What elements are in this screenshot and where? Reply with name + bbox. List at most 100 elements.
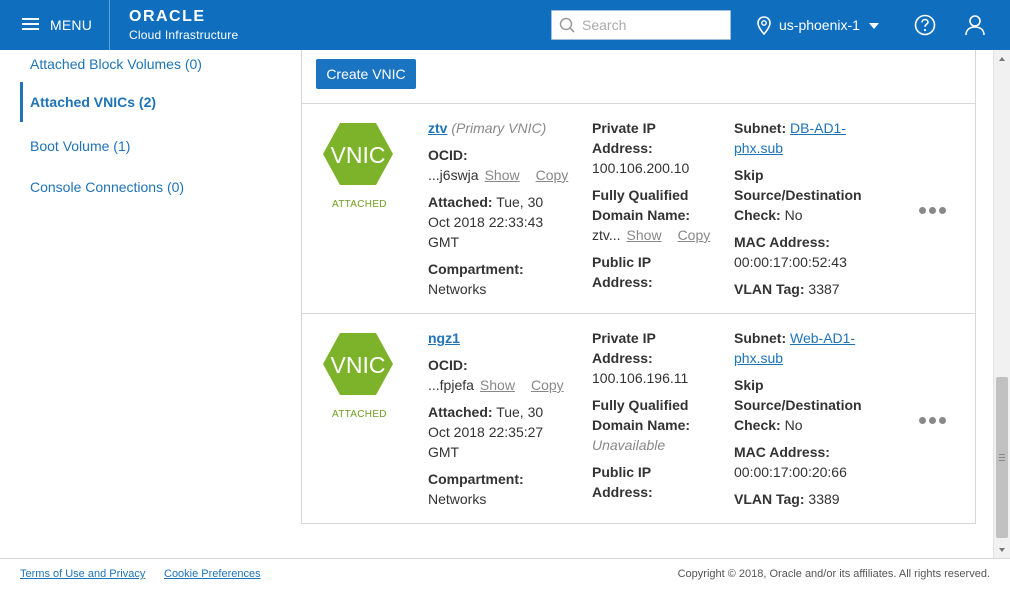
subnet-link[interactable]: phx.sub <box>734 138 846 158</box>
skip-check-value: No <box>784 207 803 223</box>
ocid-show-link[interactable]: Show <box>485 167 520 183</box>
attached-value-line3: GMT <box>428 444 460 460</box>
ocid-label: OCID: <box>428 357 468 373</box>
scroll-down-arrow-icon[interactable] <box>999 548 1005 552</box>
private-ip-label: Address: <box>592 140 653 156</box>
logo-brand: ORACLE <box>129 8 206 25</box>
compartment-value: Networks <box>428 281 487 297</box>
menu-label: MENU <box>50 17 93 33</box>
subnet-link[interactable]: phx.sub <box>734 348 855 368</box>
vnic-icon-text: VNIC <box>331 352 386 378</box>
vertical-scrollbar[interactable] <box>993 50 1010 558</box>
region-selector[interactable]: us-phoenix-1 <box>757 14 879 36</box>
vnic-name-link[interactable]: ngz1 <box>428 330 460 346</box>
ocid-show-link[interactable]: Show <box>480 377 515 393</box>
ocid-field: OCID: ...j6swja Show Copy <box>428 145 568 185</box>
public-ip-label: Public IP <box>592 464 652 480</box>
status-badge: ATTACHED <box>332 199 387 210</box>
header-divider <box>109 0 110 50</box>
menu-button[interactable]: MENU <box>0 0 109 50</box>
vnic-icon-text: VNIC <box>331 142 386 168</box>
public-ip-label: Public IP <box>592 254 652 270</box>
fqdn-label: Domain Name: <box>592 417 691 433</box>
subnet-field: Subnet: Web-AD1- phx.sub <box>734 328 855 368</box>
top-bar: MENU ORACLE Cloud Infrastructure us-phoe… <box>0 0 1010 50</box>
actions-menu-icon[interactable] <box>919 205 947 215</box>
sidebar-item-boot-volume[interactable]: Boot Volume (1) <box>20 134 280 174</box>
vnic-name-line: ngz1 <box>428 328 460 348</box>
skip-check-label: Source/Destination <box>734 397 862 413</box>
help-icon[interactable] <box>914 14 936 36</box>
oracle-logo[interactable]: ORACLE Cloud Infrastructure <box>129 8 238 43</box>
fqdn-label: Fully Qualified <box>592 187 689 203</box>
fqdn-copy-link[interactable]: Copy <box>678 227 711 243</box>
mac-address-value: 00:00:17:00:20:66 <box>734 464 847 480</box>
grip-icon <box>999 454 1005 463</box>
location-pin-icon <box>757 15 771 35</box>
attached-label: Attached: <box>428 194 493 210</box>
vlan-tag-label: VLAN Tag: <box>734 491 805 507</box>
skip-check-value: No <box>784 417 803 433</box>
ocid-value: ...j6swja <box>428 167 479 183</box>
hamburger-icon <box>22 18 39 31</box>
search-input[interactable] <box>582 15 726 35</box>
fqdn-label: Domain Name: <box>592 207 691 223</box>
skip-check-label: Skip <box>734 377 764 393</box>
fqdn-field: Fully Qualified Domain Name: Unavailable <box>592 395 690 455</box>
vlan-tag-field: VLAN Tag: 3387 <box>734 279 840 299</box>
ocid-copy-link[interactable]: Copy <box>536 167 569 183</box>
skip-check-label: Skip <box>734 167 764 183</box>
compartment-field: Compartment: Networks <box>428 469 524 509</box>
attached-value-line2: Oct 2018 22:33:43 <box>428 214 544 230</box>
user-icon[interactable] <box>964 14 986 36</box>
subnet-link[interactable]: DB-AD1- <box>790 120 846 136</box>
attached-value-line1: Tue, 30 <box>496 404 544 420</box>
subnet-link[interactable]: Web-AD1- <box>790 330 855 346</box>
create-vnic-button[interactable]: Create VNIC <box>316 59 416 89</box>
mac-address-field: MAC Address: 00:00:17:00:20:66 <box>734 442 847 482</box>
skip-check-field: Skip Source/Destination Check: No <box>734 375 862 435</box>
vnic-name-line: ztv (Primary VNIC) <box>428 118 546 138</box>
attached-value-line2: Oct 2018 22:35:27 <box>428 424 544 440</box>
cookie-preferences-link[interactable]: Cookie Preferences <box>164 568 261 580</box>
scroll-up-arrow-icon[interactable] <box>999 57 1005 61</box>
search-icon <box>559 17 575 33</box>
ocid-label: OCID: <box>428 147 468 163</box>
attached-field: Attached: Tue, 30 Oct 2018 22:33:43 GMT <box>428 192 543 252</box>
mac-address-label: MAC Address: <box>734 444 830 460</box>
skip-check-label: Check: <box>734 207 781 223</box>
fqdn-show-link[interactable]: Show <box>627 227 662 243</box>
sidebar-item-console-connections[interactable]: Console Connections (0) <box>20 175 280 215</box>
chevron-down-icon <box>868 23 879 29</box>
ocid-field: OCID: ...fpjefa Show Copy <box>428 355 564 395</box>
public-ip-label: Address: <box>592 274 653 290</box>
public-ip-field: Public IP Address: <box>592 462 653 502</box>
scrollbar-thumb[interactable] <box>996 377 1008 538</box>
terms-link[interactable]: Terms of Use and Privacy <box>20 568 145 580</box>
vnic-name-link[interactable]: ztv <box>428 120 447 136</box>
private-ip-label: Address: <box>592 350 653 366</box>
search-box[interactable] <box>551 10 731 40</box>
vlan-tag-label: VLAN Tag: <box>734 281 805 297</box>
sidebar-item-attached-vnics[interactable]: Attached VNICs (2) <box>20 82 280 122</box>
ocid-copy-link[interactable]: Copy <box>531 377 564 393</box>
vnic-icon: VNIC <box>323 123 393 185</box>
private-ip-value: 100.106.200.10 <box>592 160 690 176</box>
compartment-label: Compartment: <box>428 471 524 487</box>
private-ip-label: Private IP <box>592 330 656 346</box>
vnic-icon: VNIC <box>323 333 393 395</box>
actions-menu-icon[interactable] <box>919 415 947 425</box>
private-ip-value: 100.106.196.11 <box>592 370 689 386</box>
page-footer: Terms of Use and Privacy Cookie Preferen… <box>0 558 1010 590</box>
attached-field: Attached: Tue, 30 Oct 2018 22:35:27 GMT <box>428 402 543 462</box>
private-ip-label: Private IP <box>592 120 656 136</box>
skip-check-label: Source/Destination <box>734 187 862 203</box>
private-ip-field: Private IP Address: 100.106.200.10 <box>592 118 689 178</box>
vlan-tag-field: VLAN Tag: 3389 <box>734 489 840 509</box>
status-badge: ATTACHED <box>332 409 387 420</box>
primary-vnic-note: (Primary VNIC) <box>451 120 547 136</box>
attached-value-line3: GMT <box>428 234 460 250</box>
skip-check-label: Check: <box>734 417 781 433</box>
region-label: us-phoenix-1 <box>779 17 860 33</box>
subnet-field: Subnet: DB-AD1- phx.sub <box>734 118 846 158</box>
